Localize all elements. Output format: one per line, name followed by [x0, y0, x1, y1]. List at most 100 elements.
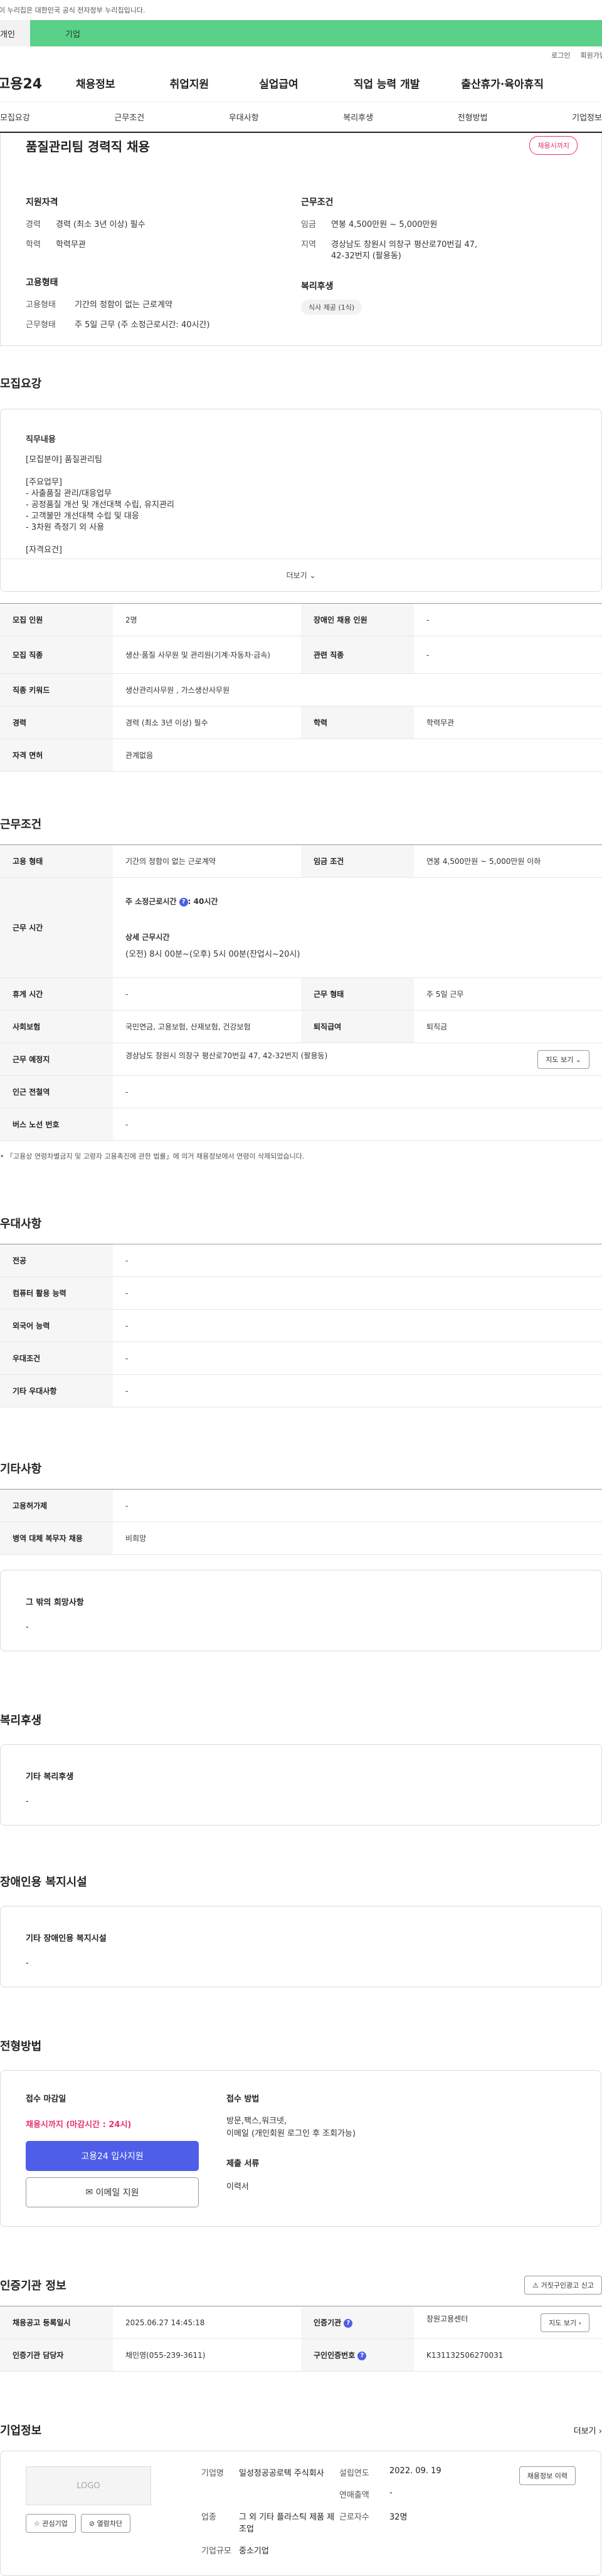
duty-more-button[interactable]: 더보기 ⌄	[1, 559, 601, 591]
report-fake-ad-button[interactable]: ⚠ 거짓구인광고 신고	[524, 2276, 602, 2295]
table-header-cell: 고용 형태	[0, 844, 113, 878]
company-revenue-value: -	[389, 2488, 393, 2498]
work-hours-cell: 주 소정근로시간 ?: 40시간 상세 근무시간 (오전) 8시 00분~(오후…	[113, 877, 602, 978]
table-header-cell: 전공	[0, 1244, 113, 1277]
weekly-hours-label: 주 소정근로시간	[125, 897, 177, 906]
gnb-item-unemployment-benefit[interactable]: 실업급여	[259, 75, 298, 91]
table-cell: 퇴직금	[414, 1010, 602, 1043]
login-link[interactable]: 로그인	[551, 50, 570, 60]
etc-table: 고용허가제 - 병역 대체 복무자 채용 비희망	[0, 1489, 602, 1555]
table-row: 사회보험 국민연금, 고용보험, 산재보험, 건강보험 퇴직급여 퇴직금	[0, 1010, 602, 1043]
gnb-item-parental-leave[interactable]: 출산휴가·육아휴직	[461, 75, 544, 91]
anchor-selection[interactable]: 전형방법	[458, 111, 488, 123]
table-header-cell: 퇴직급여	[301, 1010, 414, 1043]
wish-card: 그 밖의 희망사항 -	[0, 1570, 602, 1651]
help-icon[interactable]: ?	[179, 897, 188, 907]
selection-card: 접수 마감일 채용시까지 (마감시간 : 24시) 고용24 입사지원 ✉ 이메…	[0, 2070, 601, 2227]
company-size-label: 기업규모	[201, 2547, 231, 2556]
table-row: 근무 시간 주 소정근로시간 ?: 40시간 상세 근무시간 (오전) 8시 0…	[0, 877, 602, 978]
gnb-item-employment-support[interactable]: 취업지원	[170, 75, 209, 91]
help-icon[interactable]: ?	[357, 2351, 367, 2360]
work-location-value: 경상남도 창원시 의창구 평산로70번길 47, 42-32번지 (팔용동)	[125, 1051, 328, 1060]
site-logo[interactable]: 고용24	[0, 73, 54, 93]
company-industry-label: 업종	[201, 2513, 216, 2522]
method-title: 접수 방법	[226, 2095, 260, 2104]
favorite-company-button[interactable]: ☆ 관심기업	[26, 2514, 76, 2533]
table-header-cell: 외국어 능력	[0, 1309, 113, 1342]
table-header-cell: 임금 조건	[301, 844, 414, 878]
table-header-cell: 장애인 채용 인원	[301, 603, 414, 636]
apply-button[interactable]: 고용24 입사지원	[26, 2141, 199, 2171]
table-cell: 경력 (최소 3년 이상) 필수	[113, 706, 301, 739]
star-icon: ☆	[34, 2520, 40, 2528]
table-row: 우대조건 -	[0, 1342, 602, 1375]
table-header-cell: 학력	[301, 706, 414, 739]
table-row: 전공 -	[0, 1244, 602, 1277]
siren-icon: ⚠	[532, 2281, 539, 2289]
table-cell: -	[113, 1342, 602, 1375]
apply-button-label: 고용24 입사지원	[81, 2152, 144, 2162]
anchor-welfare[interactable]: 복리후생	[343, 111, 373, 123]
email-apply-button[interactable]: ✉ 이메일 지원	[26, 2177, 199, 2207]
tab-personal[interactable]: 개인	[0, 20, 30, 46]
chevron-right-icon: ›	[578, 2318, 581, 2327]
gnb-item-jobs[interactable]: 채용정보	[76, 75, 115, 91]
table-row: 고용 형태 기간의 정함이 없는 근로계약 임금 조건 연봉 4,500만원 ~…	[0, 844, 602, 878]
table-cell: -	[113, 977, 301, 1011]
block-company-button[interactable]: ⊘ 열람차단	[80, 2514, 131, 2533]
agency-map-button[interactable]: 지도 보기 ›	[541, 2313, 589, 2332]
wish-value: -	[26, 1622, 29, 1632]
table-cell: -	[113, 1075, 602, 1108]
table-cell: 2명	[113, 603, 301, 636]
table-row: 컴퓨터 활용 능력 -	[0, 1276, 602, 1310]
table-header-cell: 구인인증번호 ?	[301, 2338, 414, 2372]
table-header-cell: 인증기관 담당자	[0, 2338, 113, 2372]
company-logo-block: LOGO ☆ 관심기업 ⊘ 열람차단	[26, 2466, 151, 2560]
agency-cell: 창원고용센터 지도 보기 ›	[414, 2306, 602, 2339]
map-view-button[interactable]: 지도 보기 ⌄	[537, 1049, 589, 1069]
company-est-value: 2022. 09. 19	[389, 2466, 441, 2476]
help-icon[interactable]: ?	[344, 2318, 353, 2328]
anchor-preference[interactable]: 우대사항	[229, 111, 259, 123]
work-location-cell: 경상남도 창원시 의창구 평산로70번길 47, 42-32번지 (팔용동) 지도…	[113, 1043, 602, 1076]
table-header-cell: 직종 키워드	[0, 673, 113, 707]
duty-text: [모집분야] 품질관리팀 [주요업무] - 사출품질 관리/대응업무 - 공정품…	[26, 455, 174, 555]
age-note: • 「고용상 연령차별금지 및 고령자 고용촉진에 관한 법률」에 의거 채용정…	[0, 1152, 305, 1160]
table-row: 인증기관 담당자 채인영(055-239-3611) 구인인증번호 ? K131…	[0, 2338, 602, 2372]
table-cell: 2025.06.27 14:45:18	[113, 2306, 301, 2339]
qual-career-label: 경력	[26, 220, 41, 229]
wage-value: 연봉 4,500만원 ~ 5,000만원	[331, 220, 438, 229]
company-more-link[interactable]: 더보기 ›	[574, 2424, 602, 2436]
preference-section: 우대사항 전공 - 컴퓨터 활용 능력 - 외국어 능력 - 우대조건 - 기타 우대사…	[0, 1215, 602, 1407]
conditions-block: 근무조건 임금 연봉 4,500만원 ~ 5,000만원 지역 경상남도 창원시 의…	[301, 196, 576, 340]
signup-link[interactable]: 회원가입	[581, 50, 602, 60]
wage-label: 임금	[301, 220, 316, 229]
welfare-summary-block: 복리후생 식사 제공 (1식)	[301, 280, 576, 315]
hiring-history-button[interactable]: 채용정보 이력	[519, 2466, 576, 2485]
table-cell: 생산·품질 사무원 및 관리원(기계·자동차·금속)	[113, 636, 301, 674]
disabled-facility-title: 장애인용 복지시설	[0, 1876, 87, 1889]
company-card: LOGO ☆ 관심기업 ⊘ 열람차단 기업명 일성정공공로텍 주식회사 설립연도 2…	[0, 2451, 601, 2576]
table-cell: -	[113, 1489, 602, 1522]
tab-company[interactable]: 기업	[30, 20, 602, 46]
tab-personal-label: 개인	[0, 29, 15, 39]
docs-title: 제출 서류	[226, 2159, 260, 2169]
disabled-facility-card: 기타 장애인용 복지시설 -	[0, 1906, 602, 1987]
welfare-card-value: -	[26, 1797, 29, 1806]
chevron-down-icon: ⌄	[575, 1055, 581, 1064]
anchor-conditions[interactable]: 근무조건	[114, 111, 144, 123]
map-view-label: 지도 보기	[546, 1055, 574, 1064]
table-cell: 관계없음	[113, 739, 602, 772]
anchor-recruit[interactable]: 모집요강	[0, 111, 30, 123]
favorite-company-label: 관심기업	[42, 2520, 68, 2528]
anchor-company[interactable]: 기업정보	[572, 111, 602, 123]
table-header-cell: 인증기관 ?	[301, 2306, 414, 2339]
tab-company-label: 기업	[65, 29, 80, 39]
table-row: 인근 전철역 -	[0, 1075, 602, 1108]
table-cell: 주 5일 근무	[414, 977, 602, 1011]
recruit-section: 모집요강 직무내용 [모집분야] 품질관리팀 [주요업무] - 사출품질 관리/대…	[0, 375, 602, 772]
gnb-item-training[interactable]: 직업 능력 개발	[354, 75, 420, 91]
table-row: 고용허가제 -	[0, 1489, 602, 1522]
age-note-text: 「고용상 연령차별금지 및 고령자 고용촉진에 관한 법률」에 의거 채용정보에…	[6, 1152, 305, 1160]
deadline-block: 접수 마감일 채용시까지 (마감시간 : 24시) 고용24 입사지원 ✉ 이메…	[26, 2092, 201, 2207]
